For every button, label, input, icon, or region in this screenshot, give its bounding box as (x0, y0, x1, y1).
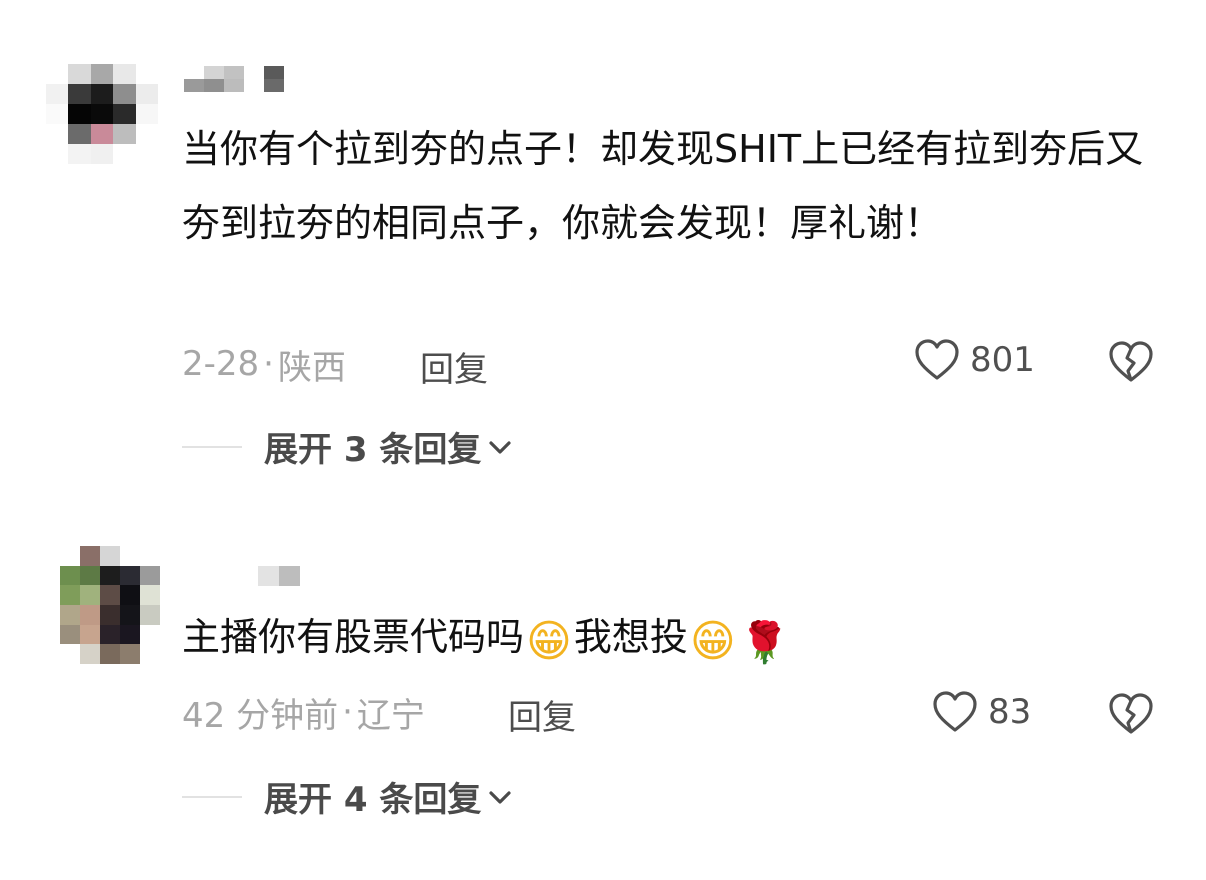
rose-emoji: 🌹 (739, 620, 790, 666)
comment-meta: 42 分钟前 · 辽宁 (182, 690, 425, 736)
reply-button[interactable]: 回复 (420, 342, 488, 391)
username-pixelated[interactable] (184, 66, 304, 92)
comment-text-part-2: 我想投 (573, 615, 688, 659)
meta-separator: · (263, 344, 274, 384)
like-button[interactable]: 83 (932, 690, 1031, 734)
meta-separator: · (342, 692, 353, 732)
chevron-down-icon (489, 790, 511, 804)
expand-replies-label: 展开 3 条回复 (264, 430, 482, 470)
username-pixelated[interactable] (258, 566, 300, 586)
comment-location: 陕西 (277, 347, 346, 388)
like-count: 801 (970, 340, 1035, 380)
comment-date: 42 分钟前 (182, 695, 339, 736)
comment-text: 当你有个拉到夯的点子！却发现SHIT上已经有拉到夯后又夯到拉夯的相同点子，你就会… (182, 127, 1144, 245)
comment-text: 主播你有股票代码吗😁我想投😁 🌹 (182, 600, 1162, 674)
comments-page: 当你有个拉到夯的点子！却发现SHIT上已经有拉到夯后又夯到拉夯的相同点子，你就会… (0, 0, 1206, 880)
like-count: 83 (988, 692, 1032, 732)
divider-line (182, 795, 242, 798)
avatar-pixelated[interactable] (46, 64, 158, 164)
comment-date: 2-28 (182, 344, 260, 384)
comment-meta: 2-28 · 陕西 (182, 342, 346, 388)
heart-outline-icon (915, 339, 959, 380)
divider-line (182, 445, 242, 448)
expand-replies-label: 展开 4 条回复 (264, 780, 482, 820)
chevron-down-icon (489, 440, 511, 454)
grinning-face-emoji: 😁 (526, 616, 572, 667)
broken-heart-icon[interactable] (1108, 340, 1154, 384)
avatar-pixelated[interactable] (60, 546, 160, 664)
comment-location: 辽宁 (356, 695, 425, 736)
expand-replies-button[interactable]: 展开 4 条回复 (182, 772, 513, 821)
heart-outline-icon (933, 691, 977, 732)
broken-heart-icon[interactable] (1108, 692, 1154, 736)
like-button[interactable]: 801 (914, 338, 1035, 382)
expand-replies-button[interactable]: 展开 3 条回复 (182, 422, 513, 471)
reply-button[interactable]: 回复 (508, 690, 576, 739)
comment-text-part-1: 主播你有股票代码吗 (182, 615, 525, 659)
grinning-face-emoji: 😁 (689, 616, 736, 667)
